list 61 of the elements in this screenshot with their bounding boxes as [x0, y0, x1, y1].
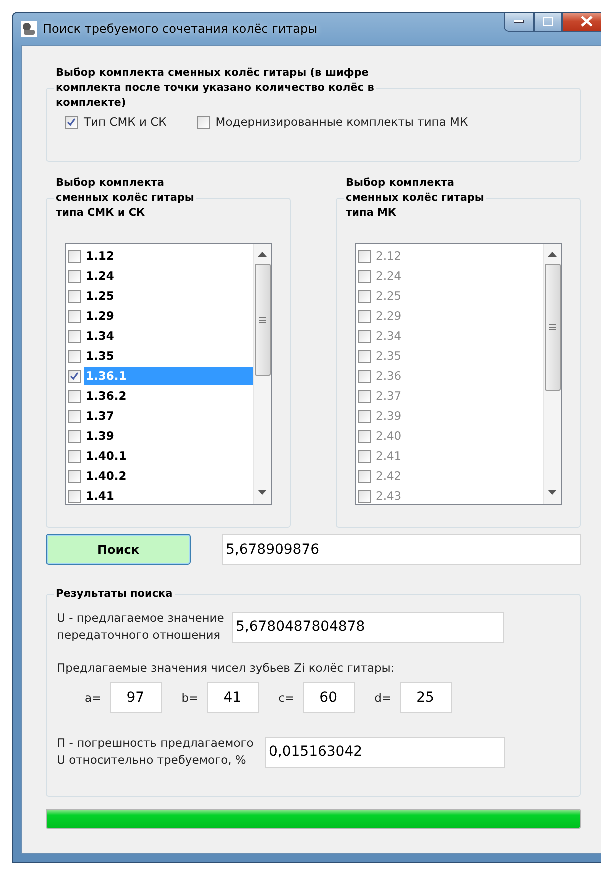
scroll-up-icon[interactable]: [258, 252, 267, 258]
scrollbar[interactable]: [253, 244, 271, 504]
scroll-down-icon[interactable]: [258, 490, 267, 496]
group-title: Результаты поиска: [55, 587, 174, 602]
list-checkbox[interactable]: [68, 290, 81, 302]
ratio-output[interactable]: 5,6780487804878: [232, 612, 504, 642]
list-item[interactable]: 1.37: [84, 407, 253, 425]
teeth-field-label: c=: [278, 690, 295, 706]
checkbox-label[interactable]: Тип СМК и СК: [84, 114, 167, 130]
list-item[interactable]: 1.35: [84, 347, 253, 365]
list-item[interactable]: 1.34: [84, 327, 253, 345]
list-checkbox[interactable]: [68, 390, 81, 402]
list-checkbox[interactable]: [68, 430, 81, 442]
group-title: Выбор комплекта сменных колёс гитары типа МК: [345, 176, 486, 221]
group-title: Выбор комплекта сменных колёс гитары типа СМК и СК: [55, 176, 196, 221]
list-item[interactable]: 1.40.1: [84, 447, 253, 465]
checkbox[interactable]: [65, 116, 78, 128]
list-checkbox[interactable]: [68, 270, 81, 282]
minimize-icon: [514, 20, 524, 24]
scroll-thumb[interactable]: [254, 264, 270, 376]
list-checkbox[interactable]: [68, 350, 81, 362]
maximize-button[interactable]: [534, 13, 562, 32]
error-output[interactable]: 0,015163042: [265, 736, 505, 768]
checkbox-label[interactable]: Модернизированные комплекты типа МК: [216, 114, 468, 130]
list-item[interactable]: 1.36.2: [84, 387, 253, 405]
field-label: U - предлагаемое значение передаточного отношения: [57, 610, 222, 644]
list-item[interactable]: 1.12: [84, 247, 253, 265]
teeth-field-label: b=: [182, 690, 199, 706]
window-title: Поиск требуемого сочетания колёс гитары: [43, 22, 318, 36]
minimize-button[interactable]: [504, 13, 534, 32]
list-item[interactable]: 1.24: [84, 267, 253, 285]
list-item[interactable]: 1.25: [84, 287, 253, 305]
maximize-icon: [543, 17, 553, 26]
list-checkbox[interactable]: [68, 310, 81, 322]
checkbox[interactable]: [196, 116, 210, 128]
teeth-field-label: a=: [85, 690, 102, 706]
teeth-field-label: d=: [374, 690, 392, 706]
teeth-output[interactable]: 25: [400, 682, 452, 713]
list-checkbox[interactable]: [68, 250, 81, 262]
teeth-output[interactable]: 60: [302, 682, 355, 713]
field-label: П - погрешность предлагаемого U относительно требуемого, %: [57, 735, 255, 769]
list-checkbox[interactable]: [68, 450, 81, 462]
list-item[interactable]: 1.29: [84, 307, 253, 325]
teeth-label: Предлагаемые значения чисел зубьев Zi колёс гитары:: [57, 660, 396, 676]
list-item[interactable]: 1.41: [84, 487, 253, 504]
checked-list[interactable]: 1.12 1.24 1.25 1.29 1.34 1.35 1.36.1 1.36.2 1.37 1.39 1.40.1 1.40.2 1.41: [65, 243, 272, 505]
list-checkbox[interactable]: [68, 370, 81, 382]
list-item[interactable]: 1.39: [84, 427, 253, 445]
list-checkbox[interactable]: [68, 490, 81, 502]
list-item[interactable]: 1.40.2: [84, 467, 253, 485]
close-button[interactable]: [562, 13, 601, 32]
close-icon: [581, 16, 593, 27]
list-checkbox[interactable]: [68, 470, 81, 482]
group-title: Выбор комплекта сменных колёс гитары (в шифре комплекта после точки указано количество колёс в комплекте): [55, 66, 376, 111]
teeth-output[interactable]: 97: [110, 682, 162, 713]
teeth-output[interactable]: 41: [206, 682, 259, 713]
search-button[interactable]: Поиск: [46, 534, 191, 565]
ratio-input[interactable]: 5,678909876: [222, 534, 581, 565]
list-checkbox[interactable]: [68, 330, 81, 342]
list-checkbox[interactable]: [68, 410, 81, 422]
app-icon: [21, 21, 37, 37]
